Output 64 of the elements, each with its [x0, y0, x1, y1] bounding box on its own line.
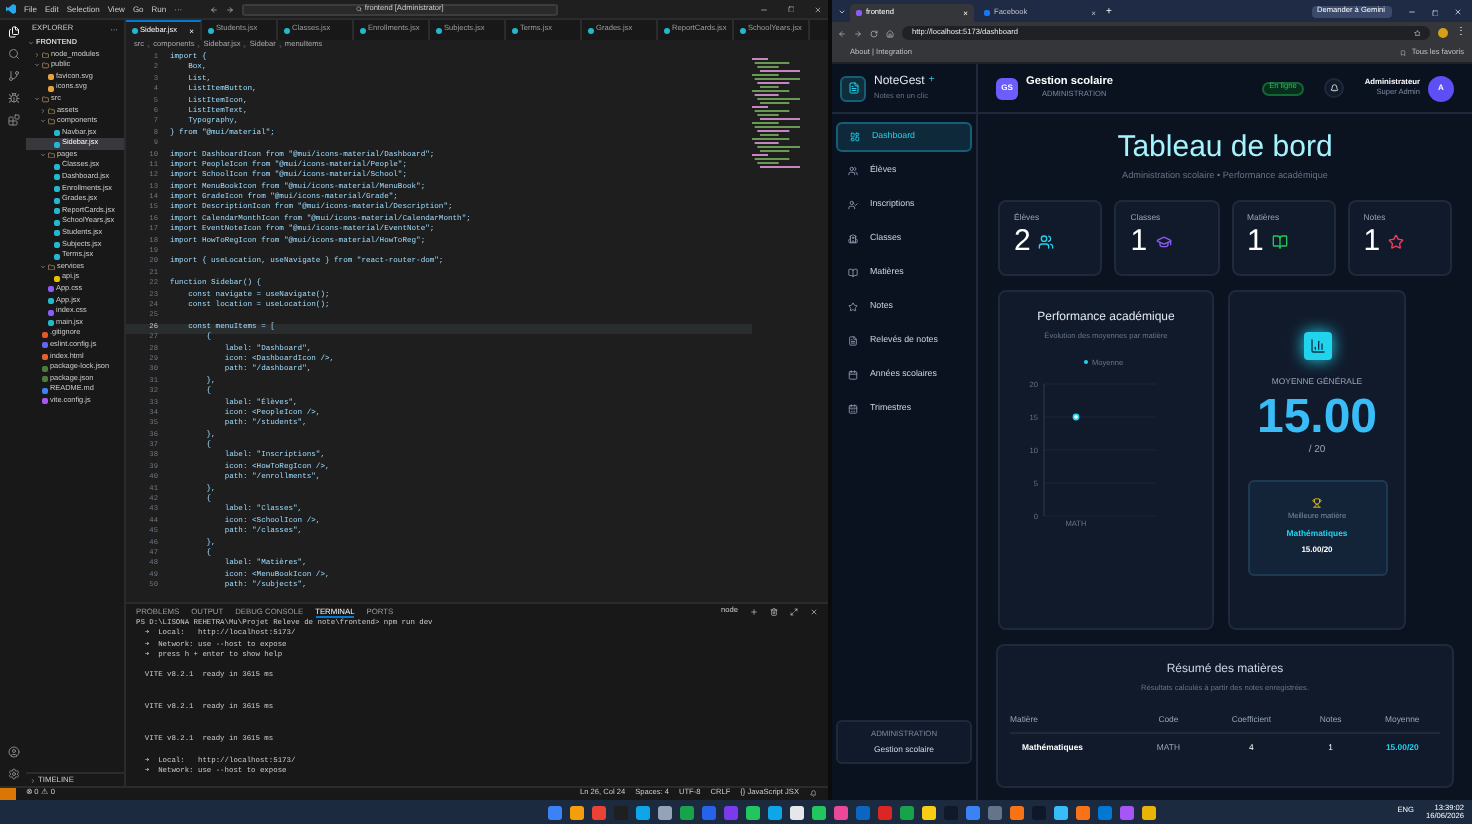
add-icon[interactable]	[750, 608, 758, 616]
avatar-icon[interactable]	[1438, 28, 1448, 38]
file-icon	[740, 27, 746, 33]
blocks-icon[interactable]	[7, 114, 19, 126]
star-icon	[848, 302, 858, 312]
file-icon	[664, 27, 670, 33]
folder-icon	[48, 263, 55, 271]
calendar-icon	[848, 370, 858, 380]
back-icon[interactable]	[210, 5, 219, 13]
school-icon	[848, 234, 858, 244]
forward-icon[interactable]	[226, 5, 235, 13]
folder-icon	[42, 62, 49, 70]
file-icon	[360, 27, 366, 33]
file-icon	[132, 28, 138, 34]
app-logo-icon	[6, 4, 16, 14]
file-icon	[284, 27, 290, 33]
folder-icon	[48, 151, 55, 159]
search-icon	[356, 6, 363, 12]
bell-icon	[1330, 83, 1340, 93]
site-icon	[856, 10, 862, 16]
trophy-icon	[1312, 498, 1322, 509]
file-icon	[208, 27, 214, 33]
data-point	[1072, 412, 1080, 420]
stat-value: 1	[1363, 224, 1381, 261]
stat-value: 1	[1247, 224, 1264, 261]
account-icon[interactable]	[7, 746, 19, 758]
file-icon	[588, 27, 594, 33]
maximize-icon[interactable]	[790, 608, 798, 616]
bug-icon[interactable]	[7, 92, 19, 104]
files-icon[interactable]	[7, 26, 19, 38]
folder-icon	[42, 51, 49, 59]
stat-value: 2	[1014, 224, 1031, 261]
branch-icon[interactable]	[7, 70, 19, 82]
search-icon[interactable]	[7, 48, 19, 60]
forward-icon[interactable]	[854, 29, 862, 37]
document-icon	[848, 336, 858, 346]
book-icon	[848, 268, 858, 278]
calendar-icon	[848, 404, 858, 414]
bookmark-icon	[1399, 50, 1406, 56]
star-icon[interactable]	[1413, 29, 1420, 37]
user-check-icon	[848, 200, 858, 210]
bar-chart-icon	[1309, 337, 1325, 354]
maximize-icon[interactable]	[787, 5, 794, 13]
back-icon[interactable]	[838, 29, 846, 37]
stat-value: 1	[1130, 224, 1148, 261]
file-icon	[436, 27, 442, 33]
home-icon[interactable]	[886, 29, 894, 37]
folder-icon	[48, 118, 55, 126]
reload-icon[interactable]	[870, 29, 878, 37]
folder-icon	[48, 107, 55, 115]
bell-button[interactable]	[1324, 78, 1345, 98]
site-icon	[984, 10, 990, 16]
document-icon	[847, 82, 859, 94]
average-value: 15.00	[1256, 392, 1378, 445]
page-title: Tableau de bord	[1117, 132, 1333, 164]
file-icon	[512, 27, 518, 33]
minimap-drawing	[752, 58, 800, 170]
dashboard-icon	[850, 132, 860, 142]
people-icon	[848, 166, 858, 176]
trash-icon[interactable]	[770, 608, 778, 616]
folder-icon	[42, 96, 49, 104]
settings-icon[interactable]	[7, 768, 19, 780]
minimize-icon[interactable]	[759, 5, 767, 13]
bell-icon[interactable]	[809, 790, 816, 798]
